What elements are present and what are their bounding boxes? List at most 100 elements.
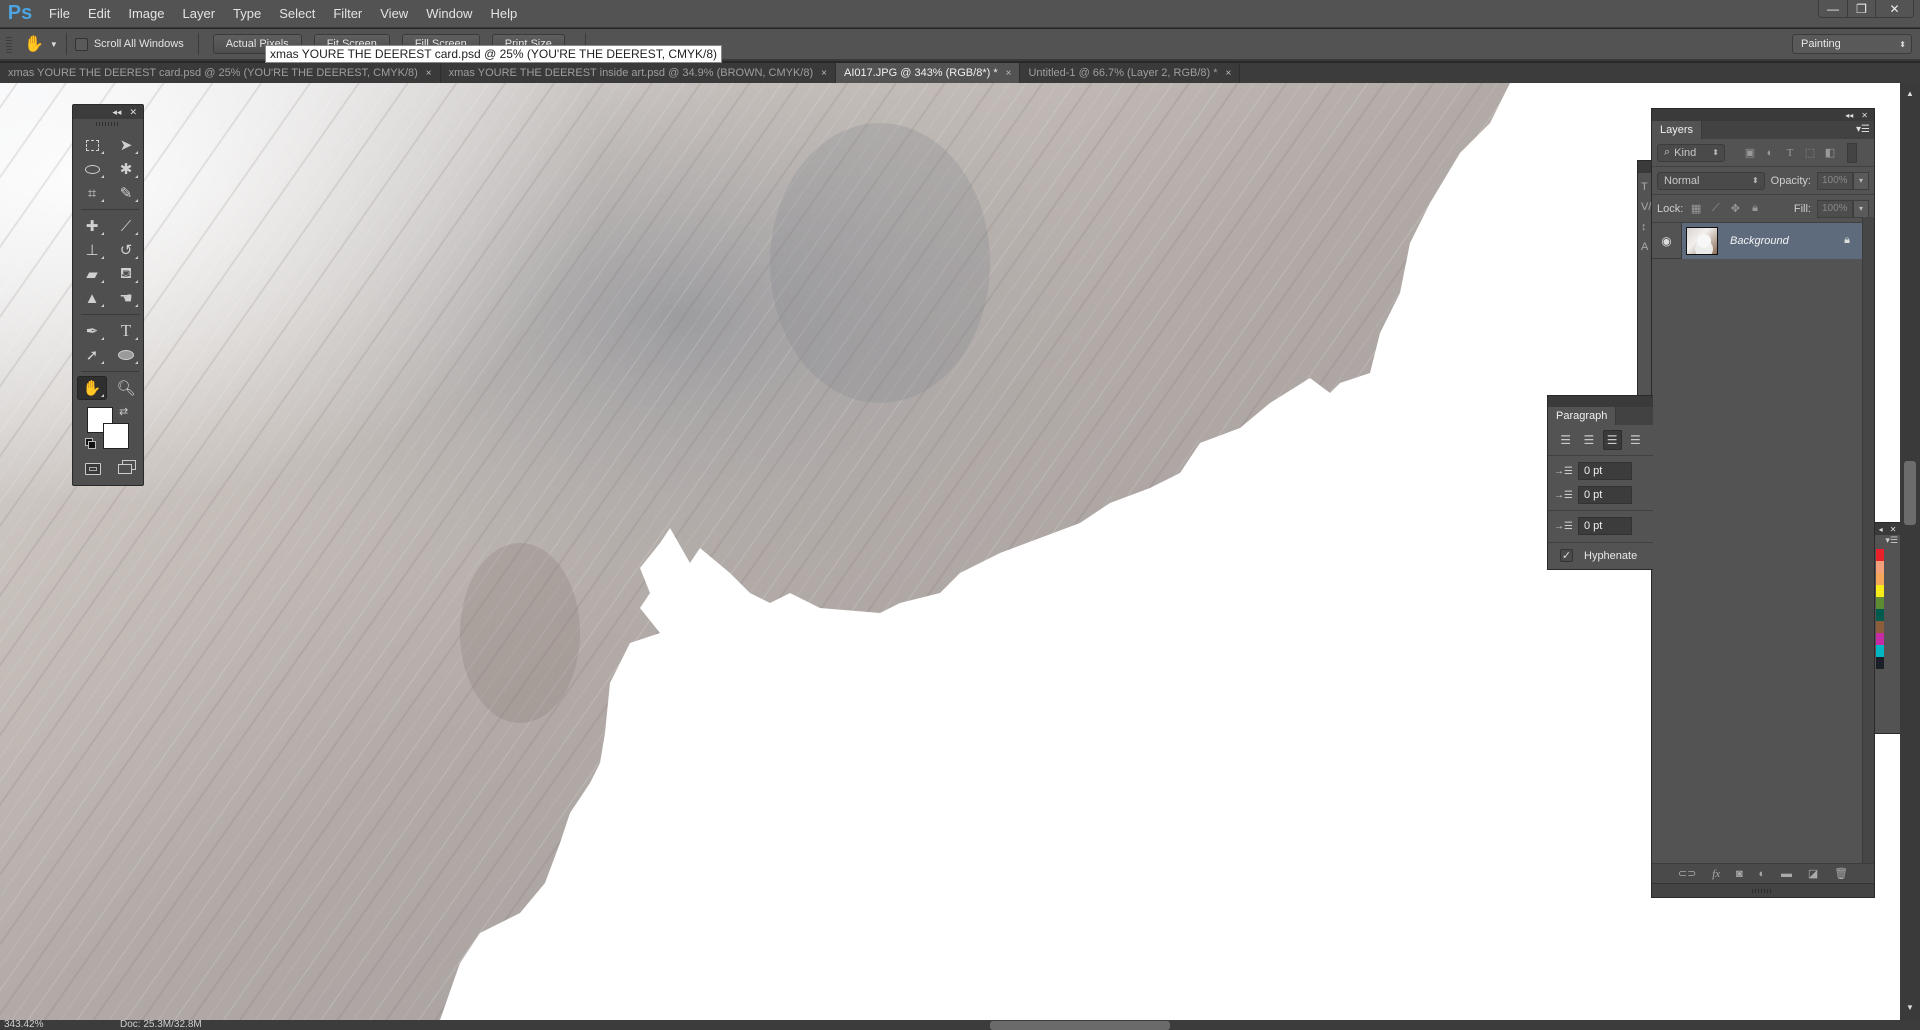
align-center-icon[interactable]: ☰	[1579, 430, 1598, 450]
menu-image[interactable]: Image	[119, 6, 173, 21]
restore-button[interactable]: ❐	[1847, 0, 1875, 17]
close-button[interactable]: ✕	[1875, 0, 1913, 17]
collapse-icon[interactable]: ◂◂	[112, 107, 121, 118]
document-tab[interactable]: Untitled-1 @ 66.7% (Layer 2, RGB/8) * ×	[1020, 63, 1241, 83]
menu-window[interactable]: Window	[417, 6, 481, 21]
menu-type[interactable]: Type	[224, 6, 270, 21]
scrollbar-thumb[interactable]	[1904, 461, 1916, 525]
lock-image-icon[interactable]: ⟋	[1709, 202, 1723, 215]
fill-dropdown-icon[interactable]: ▾	[1852, 199, 1869, 218]
layer-row-background[interactable]: ◉ Background 🔒︎	[1652, 222, 1874, 259]
filter-type-icon[interactable]: T	[1783, 147, 1797, 159]
history-brush-tool-icon[interactable]: ↺	[111, 238, 141, 262]
move-tool-icon[interactable]: ➤	[111, 133, 141, 157]
close-tab-icon[interactable]: ×	[821, 68, 827, 79]
visibility-eye-icon[interactable]: ◉	[1652, 222, 1682, 259]
close-panel-icon[interactable]: ✕	[1890, 525, 1897, 534]
scroll-all-windows-checkbox[interactable]	[74, 37, 88, 51]
ellipse-tool-icon[interactable]	[111, 343, 141, 367]
color-swatch[interactable]	[1876, 549, 1884, 561]
paint-bucket-tool-icon[interactable]: ⛾	[111, 262, 141, 286]
quick-mask-icon[interactable]	[81, 459, 105, 479]
panel-grip[interactable]	[96, 122, 120, 126]
close-tab-icon[interactable]: ×	[426, 68, 432, 79]
menu-file[interactable]: File	[40, 6, 79, 21]
hand-icon[interactable]: ✋	[24, 34, 44, 54]
menu-edit[interactable]: Edit	[79, 6, 119, 21]
color-swatch[interactable]	[1876, 645, 1884, 657]
lock-transparent-icon[interactable]: ▦	[1689, 202, 1703, 215]
close-tab-icon[interactable]: ×	[1226, 68, 1232, 79]
filter-smart-object-icon[interactable]: ◧	[1823, 146, 1837, 159]
color-swatch[interactable]	[1876, 585, 1884, 597]
document-tab[interactable]: xmas YOURE THE DEEREST card.psd @ 25% (Y…	[0, 63, 441, 83]
trash-icon[interactable]: 🗑︎	[1834, 867, 1848, 880]
align-left-icon[interactable]: ☰	[1556, 430, 1575, 450]
layer-selection[interactable]: Background 🔒︎	[1682, 222, 1862, 259]
vertical-scrollbar[interactable]: ▲ ▼	[1900, 83, 1920, 1020]
lock-position-icon[interactable]: ✥	[1729, 202, 1743, 215]
sharpen-tool-icon[interactable]: ▲	[77, 286, 107, 310]
fx-icon[interactable]: fx	[1712, 868, 1720, 880]
hand-tool-icon[interactable]: ✋	[77, 376, 107, 400]
filter-adjustment-icon[interactable]: ◐	[1763, 147, 1777, 159]
lasso-tool-icon[interactable]	[77, 157, 107, 181]
tools-panel-header[interactable]: ◂◂ ✕	[73, 105, 143, 119]
clone-stamp-tool-icon[interactable]: ⊥	[77, 238, 107, 262]
zoom-tool-icon[interactable]: 🔍︎	[111, 376, 141, 400]
justify-icon[interactable]: ☰	[1626, 430, 1645, 450]
panel-menu-icon[interactable]: ▾☰	[1875, 535, 1900, 549]
layers-panel-header[interactable]: ◂◂ ✕	[1652, 109, 1874, 121]
link-layers-icon[interactable]: ⊂⊃	[1678, 867, 1696, 880]
swatches-panel-header[interactable]: ◂ ✕	[1875, 523, 1900, 535]
crop-tool-icon[interactable]: ⌗	[77, 181, 107, 205]
eraser-tool-icon[interactable]: ▰	[77, 262, 107, 286]
magic-wand-tool-icon[interactable]: ✱	[111, 157, 141, 181]
eyedropper-tool-icon[interactable]: ✎	[111, 181, 141, 205]
menu-filter[interactable]: Filter	[324, 6, 371, 21]
close-panel-icon[interactable]: ✕	[1861, 111, 1868, 120]
color-swatch[interactable]	[1876, 573, 1884, 585]
default-colors-icon[interactable]	[85, 438, 96, 449]
document-tab[interactable]: xmas YOURE THE DEEREST inside art.psd @ …	[440, 63, 836, 83]
horizontal-scrollbar-thumb[interactable]	[990, 1021, 1170, 1030]
filter-shape-icon[interactable]: ⬚	[1803, 146, 1817, 159]
layers-scrollbar[interactable]	[1862, 217, 1874, 875]
menu-layer[interactable]: Layer	[174, 6, 225, 21]
workspace-select[interactable]: Painting ⬍	[1792, 34, 1912, 54]
indent-left-field[interactable]: 0 pt	[1578, 462, 1632, 480]
filter-kind-select[interactable]: ⌕ Kind ⬍	[1657, 143, 1725, 162]
fill-field[interactable]: 100%	[1816, 199, 1853, 218]
lock-all-icon[interactable]: 🔒︎	[1748, 202, 1762, 215]
filter-pixel-icon[interactable]: ▣	[1743, 146, 1757, 159]
panel-menu-icon[interactable]: ▾☰	[1856, 124, 1870, 135]
panel-resize-grip[interactable]	[1652, 883, 1874, 897]
menu-view[interactable]: View	[371, 6, 417, 21]
spot-healing-brush-tool-icon[interactable]: ✚	[77, 214, 107, 238]
minimize-button[interactable]: —	[1819, 0, 1847, 17]
tab-layers[interactable]: Layers	[1652, 121, 1703, 139]
tool-preset-dropdown-icon[interactable]: ▼	[50, 40, 58, 49]
collapse-icon[interactable]: ◂◂	[1845, 111, 1853, 120]
align-right-icon[interactable]: ☰	[1602, 430, 1622, 450]
color-swatch[interactable]	[1876, 633, 1884, 645]
rectangular-marquee-tool-icon[interactable]	[77, 133, 107, 157]
opacity-dropdown-icon[interactable]: ▾	[1853, 171, 1869, 190]
tab-paragraph[interactable]: Paragraph	[1548, 407, 1617, 425]
filter-toggle[interactable]	[1847, 142, 1857, 163]
document-tab-active[interactable]: AI017.JPG @ 343% (RGB/8*) * ×	[835, 63, 1021, 83]
paragraph-panel-header[interactable]	[1548, 396, 1653, 407]
color-swatch[interactable]	[1876, 609, 1884, 621]
blend-mode-select[interactable]: Normal ⬍	[1657, 171, 1765, 190]
indent-first-line-field[interactable]: 0 pt	[1578, 486, 1632, 504]
brush-tool-icon[interactable]: ⟋	[111, 214, 141, 238]
menu-select[interactable]: Select	[270, 6, 324, 21]
background-color-swatch[interactable]	[103, 423, 129, 449]
opacity-field[interactable]: 100%	[1817, 171, 1853, 190]
collapse-icon[interactable]: ◂	[1879, 525, 1883, 534]
color-swatch[interactable]	[1876, 621, 1884, 633]
pen-tool-icon[interactable]: ✒	[77, 319, 107, 343]
swap-colors-icon[interactable]: ⇄	[119, 405, 128, 418]
new-layer-icon[interactable]: ◪	[1808, 867, 1818, 880]
color-swatch[interactable]	[1876, 561, 1884, 573]
